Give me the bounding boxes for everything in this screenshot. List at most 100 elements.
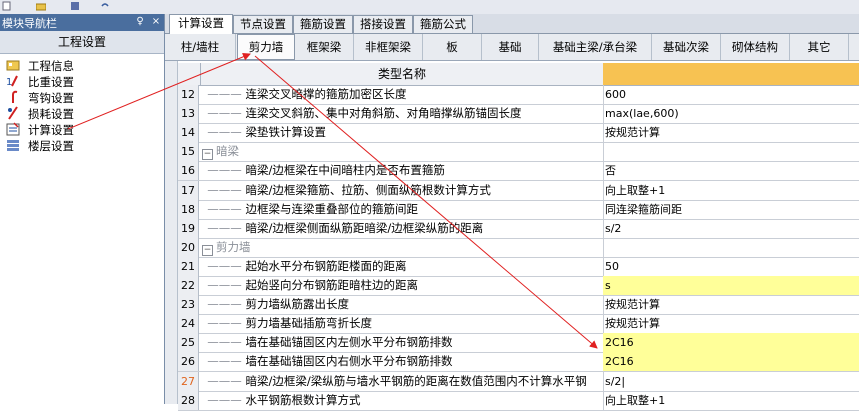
table-row[interactable]: 23 ——— 剪力墙纵筋露出长度 按规范计算 <box>178 295 859 316</box>
setting-name: ——— 边框梁与连梁重叠部位的箍筋间距 <box>200 199 604 219</box>
table-row[interactable]: 17 ——— 暗梁/边框梁箍筋、拉筋、侧面纵筋根数计算方式 向上取整+1 <box>178 180 859 201</box>
setting-name-text: 暗梁/边框梁箍筋、拉筋、侧面纵筋根数计算方式 <box>245 182 491 197</box>
row-number[interactable]: 15 <box>178 142 199 162</box>
setting-value[interactable]: 否 <box>603 161 859 180</box>
column-header-value[interactable] <box>603 63 859 85</box>
row-number[interactable]: 20 <box>178 237 199 257</box>
setting-name-text: 暗梁 <box>216 144 239 159</box>
subtab-column[interactable]: 柱/墙柱 <box>165 34 236 60</box>
subtab-other[interactable]: 其它 <box>790 34 849 60</box>
row-number[interactable]: 21 <box>178 256 199 276</box>
subtab-foundation-secondary-beam[interactable]: 基础次梁 <box>652 34 721 60</box>
save-icon[interactable] <box>70 1 80 11</box>
table-row[interactable]: 12 ——— 连梁交叉暗撑的箍筋加密区长度 600 <box>178 85 859 105</box>
setting-value[interactable]: max(lae,600) <box>603 104 859 123</box>
setting-value[interactable]: s/2 <box>603 219 859 238</box>
setting-value[interactable]: 同连梁箍筋间距 <box>603 200 859 219</box>
setting-name-text: 剪力墙基础插筋弯折长度 <box>245 316 372 331</box>
nav-item-project-info[interactable]: 工程信息 <box>2 57 152 73</box>
subtab-slab[interactable]: 板 <box>423 34 482 60</box>
row-number[interactable]: 25 <box>178 333 199 353</box>
tab-node-settings[interactable]: 节点设置 <box>233 15 293 33</box>
table-row[interactable]: 19 ——— 暗梁/边框梁侧面纵筋距暗梁/边框梁纵筋的距离 s/2 <box>178 218 859 239</box>
setting-value[interactable]: 向上取整+1 <box>603 391 859 410</box>
row-number[interactable]: 23 <box>178 295 199 315</box>
row-number[interactable]: 17 <box>178 180 199 200</box>
nav-item-hook[interactable]: 弯钩设置 <box>2 89 152 105</box>
row-number[interactable]: 18 <box>178 199 199 219</box>
collapse-toggle-icon[interactable]: − <box>202 244 213 256</box>
setting-value[interactable]: 50 <box>603 257 859 276</box>
setting-value[interactable]: 向上取整+1 <box>603 181 859 200</box>
row-number[interactable]: 22 <box>178 276 199 295</box>
column-header-type-name[interactable]: 类型名称 <box>200 63 604 85</box>
setting-name: ——— 剪力墙基础插筋弯折长度 <box>200 314 604 334</box>
setting-value[interactable]: 按规范计算 <box>603 314 859 333</box>
setting-value[interactable] <box>603 238 859 257</box>
nav-item-floor[interactable]: 楼层设置 <box>2 137 152 153</box>
new-file-icon[interactable] <box>2 1 12 11</box>
setting-value[interactable]: s <box>603 276 859 295</box>
nav-item-calc-settings[interactable]: 计算设置 <box>2 121 152 138</box>
subtab-foundation-main-beam[interactable]: 基础主梁/承台梁 <box>539 34 652 60</box>
row-number[interactable]: 13 <box>178 104 199 124</box>
setting-value[interactable]: 2C16 <box>603 333 859 353</box>
tab-stirrup-settings[interactable]: 箍筋设置 <box>293 15 353 33</box>
row-number[interactable]: 14 <box>178 123 199 143</box>
subtab-masonry[interactable]: 砌体结构 <box>721 34 790 60</box>
setting-value[interactable]: 按规范计算 <box>603 295 859 314</box>
setting-value[interactable]: 按规范计算 <box>603 123 859 142</box>
row-number[interactable]: 26 <box>178 352 199 372</box>
setting-name: ——— 起始水平分布钢筋距楼面的距离 <box>200 256 604 276</box>
tree-connector: ——— <box>200 258 246 273</box>
tab-stirrup-formula[interactable]: 箍筋公式 <box>413 15 473 33</box>
tab-lap-settings[interactable]: 搭接设置 <box>353 15 413 33</box>
table-row[interactable]: 24 ——— 剪力墙基础插筋弯折长度 按规范计算 <box>178 314 859 335</box>
table-row[interactable]: 14 ——— 梁垫铁计算设置 按规范计算 <box>178 123 859 144</box>
module-nav-panel: 模块导航栏 ♀ × 工程设置 工程信息 1 比重设置 弯钩设置 损耗设置 计算设… <box>0 14 165 404</box>
setting-value[interactable]: 600 <box>603 85 859 104</box>
collapse-toggle-icon[interactable]: − <box>202 149 213 161</box>
top-toolbar-strip <box>0 0 859 14</box>
grid-section-row[interactable]: 15− 暗梁 <box>178 142 859 163</box>
table-row[interactable]: 22 ——— 起始竖向分布钢筋距暗柱边的距离 s <box>178 276 859 296</box>
row-number[interactable]: 19 <box>178 218 199 238</box>
subtab-shear-wall[interactable]: 剪力墙 <box>237 34 295 60</box>
nav-item-label: 损耗设置 <box>28 107 74 121</box>
open-folder-icon[interactable] <box>36 1 46 11</box>
row-number[interactable]: 12 <box>178 85 199 104</box>
nav-item-label: 比重设置 <box>28 75 74 89</box>
table-row[interactable]: 13 ——— 连梁交叉斜筋、集中对角斜筋、对角暗撑纵筋锚固长度 max(lae,6… <box>178 104 859 125</box>
grid-section-row[interactable]: 20− 剪力墙 <box>178 237 859 258</box>
table-row[interactable]: 25 ——— 墙在基础锚固区内左侧水平分布钢筋排数 2C16 <box>178 333 859 354</box>
subtab-frame-beam[interactable]: 框架梁 <box>295 34 354 60</box>
tab-calc-settings[interactable]: 计算设置 <box>169 14 233 34</box>
nav-section-header[interactable]: 工程设置 <box>0 31 164 54</box>
table-row[interactable]: 16 ——— 暗梁/边框梁在中间暗柱内是否布置箍筋否 <box>178 161 859 182</box>
table-row[interactable]: 21 ——— 起始水平分布钢筋距楼面的距离 50 <box>178 256 859 277</box>
subtab-non-frame-beam[interactable]: 非框架梁 <box>354 34 423 60</box>
pin-icon[interactable]: ♀ <box>134 15 146 28</box>
setting-value[interactable] <box>603 142 859 161</box>
row-number[interactable]: 27 <box>178 371 199 391</box>
nav-item-ratio[interactable]: 1 比重设置 <box>2 73 152 89</box>
settings-grid: 类型名称 12 ——— 连梁交叉暗撑的箍筋加密区长度 600 13 ——— 连梁交叉… <box>178 63 859 411</box>
setting-name-text: 剪力墙 <box>216 239 251 254</box>
row-number[interactable]: 24 <box>178 314 199 334</box>
ratio-icon: 1 <box>6 75 18 88</box>
close-icon[interactable]: × <box>150 15 162 28</box>
row-number[interactable]: 28 <box>178 390 199 410</box>
subtab-foundation[interactable]: 基础 <box>482 34 539 60</box>
nav-item-loss[interactable]: 损耗设置 <box>2 105 152 121</box>
setting-value[interactable]: 2C16 <box>603 352 859 372</box>
table-row[interactable]: 27 ——— 暗梁/边框梁/梁纵筋与墙水平钢筋的距离在数值范围内不计算水平钢 s/… <box>178 371 859 392</box>
component-tab-bar: 柱/墙柱 剪力墙 框架梁 非框架梁 板 基础 基础主梁/承台梁 基础次梁 砌体结… <box>165 34 859 61</box>
setting-name-text: 墙在基础锚固区内左侧水平分布钢筋排数 <box>245 335 453 350</box>
table-row[interactable]: 28 ——— 水平钢筋根数计算方式 向上取整+1 <box>178 390 859 411</box>
undo-icon[interactable] <box>100 1 110 11</box>
table-row[interactable]: 18 ——— 边框梁与连梁重叠部位的箍筋间距 同连梁箍筋间距 <box>178 199 859 220</box>
setting-value[interactable]: s/2| <box>603 372 859 391</box>
row-number[interactable]: 16 <box>178 161 199 181</box>
table-row[interactable]: 26 ——— 墙在基础锚固区内右侧水平分布钢筋排数 2C16 <box>178 352 859 373</box>
nav-item-label: 计算设置 <box>28 122 74 138</box>
